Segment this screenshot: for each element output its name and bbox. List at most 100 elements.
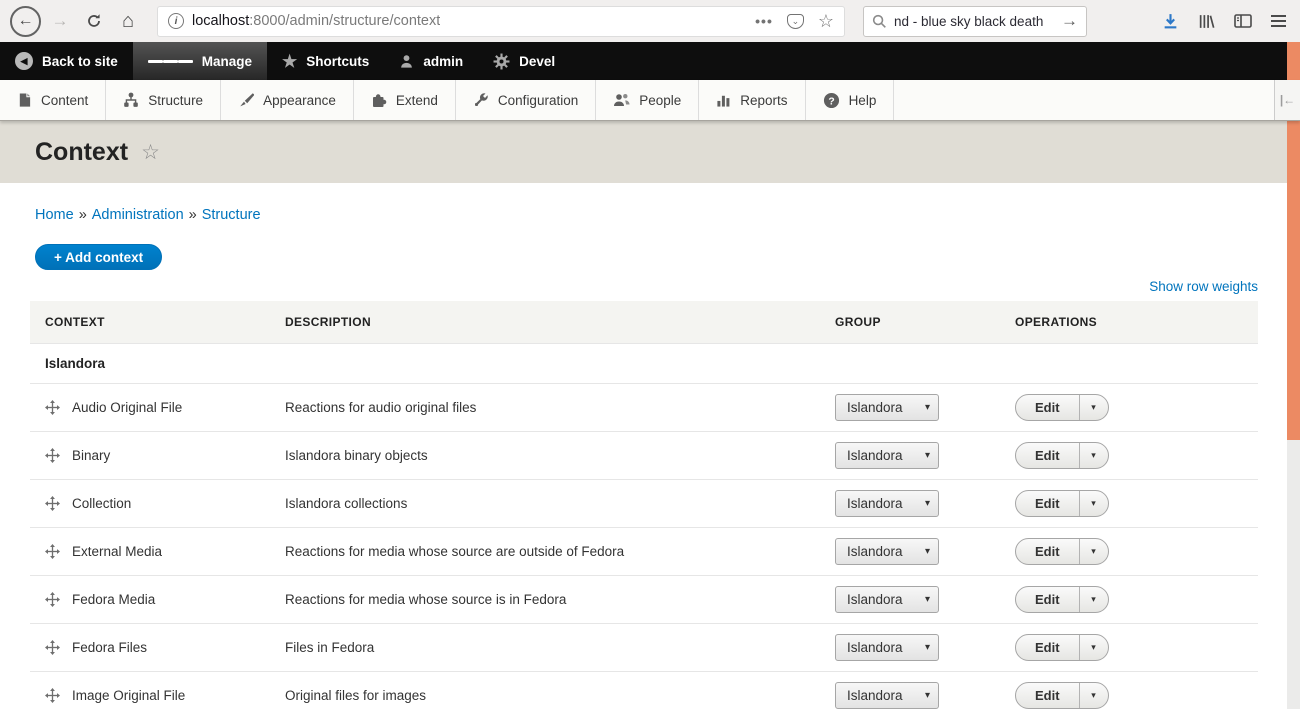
menu-label: Help [849,93,877,108]
library-icon[interactable] [1198,13,1215,30]
menu-item-people[interactable]: People [596,80,699,120]
svg-text:?: ? [828,96,834,107]
drag-handle-icon[interactable] [45,592,60,607]
drag-handle-icon[interactable] [45,640,60,655]
operations-split-button: Edit▾ [1015,682,1109,709]
edit-button[interactable]: Edit [1016,491,1079,516]
user-tab[interactable]: admin [384,42,478,80]
group-select-value: Islandora [847,688,903,703]
url-host: localhost [192,13,249,29]
chevron-down-icon: ▾ [925,402,930,413]
breadcrumb-separator: » [184,207,202,223]
context-description: Reactions for media whose source are out… [270,528,820,576]
browser-back-button[interactable]: ← [10,6,41,37]
edit-button[interactable]: Edit [1016,539,1079,564]
url-text[interactable]: localhost:8000/admin/structure/context [192,13,440,29]
menu-item-content[interactable]: Content [0,80,106,120]
col-header-description: DESCRIPTION [270,301,820,344]
show-row-weights-link[interactable]: Show row weights [1149,279,1258,294]
browser-home-button[interactable]: ⌂ [113,6,143,36]
menu-item-configuration[interactable]: Configuration [456,80,596,120]
browser-refresh-button[interactable] [79,6,109,36]
paintbrush-icon [238,92,254,108]
operations-dropdown-toggle[interactable]: ▾ [1079,587,1108,612]
group-select[interactable]: Islandora ▾ [835,394,939,421]
bookmark-star-icon[interactable]: ☆ [818,11,834,32]
url-bar[interactable]: i localhost:8000/admin/structure/context… [157,6,845,37]
table-row: Binary Islandora binary objects Islandor… [30,432,1258,480]
browser-search-bar[interactable]: nd - blue sky black death → [863,6,1087,37]
add-context-button[interactable]: + Add context [35,244,162,270]
shortcuts-tab[interactable]: ★ Shortcuts [267,42,384,80]
drag-handle-icon[interactable] [45,448,60,463]
page-actions-icon[interactable]: ••• [755,13,773,29]
group-select[interactable]: Islandora▾ [835,538,939,565]
page-title: Context [35,138,128,167]
group-select-value: Islandora [847,400,903,415]
admin-menu-bar: Content Structure Appearance Extend Conf… [0,80,1300,121]
group-select[interactable]: Islandora▾ [835,682,939,709]
operations-split-button: Edit▾ [1015,586,1109,613]
site-info-icon[interactable]: i [168,13,184,29]
operations-dropdown-toggle[interactable]: ▾ [1079,443,1108,468]
operations-dropdown-toggle[interactable]: ▾ [1079,539,1108,564]
help-icon: ? [823,92,840,109]
devel-tab[interactable]: Devel [478,42,570,80]
context-description: Islandora collections [270,480,820,528]
user-icon [399,54,414,69]
chevron-down-icon: ▾ [925,450,930,461]
operations-split-button: Edit▾ [1015,634,1109,661]
edit-button[interactable]: Edit [1016,443,1079,468]
drag-handle-icon[interactable] [45,688,60,703]
edit-button[interactable]: Edit [1016,587,1079,612]
menu-item-appearance[interactable]: Appearance [221,80,354,120]
table-row: Fedora Files Files in Fedora Islandora▾ … [30,624,1258,672]
favorite-star-icon[interactable]: ☆ [141,140,160,165]
group-select[interactable]: Islandora▾ [835,490,939,517]
drag-handle-icon[interactable] [45,400,60,415]
operations-dropdown-toggle[interactable]: ▾ [1079,395,1108,420]
edit-button[interactable]: Edit [1016,395,1079,420]
browser-forward-button[interactable]: → [45,6,75,36]
breadcrumb-home[interactable]: Home [35,207,74,223]
edit-button[interactable]: Edit [1016,635,1079,660]
operations-split-button: Edit▾ [1015,490,1109,517]
user-label: admin [423,54,463,69]
search-input-value[interactable]: nd - blue sky black death [894,14,1054,29]
barchart-icon [716,92,731,108]
downloads-icon[interactable] [1162,13,1179,30]
menu-item-help[interactable]: ? Help [806,80,895,120]
operations-dropdown-toggle[interactable]: ▾ [1079,635,1108,660]
operations-split-button: Edit▾ [1015,538,1109,565]
col-header-group: GROUP [820,301,1000,344]
refresh-icon [86,13,102,29]
document-icon [17,92,32,108]
page-scrollbar[interactable] [1287,42,1300,709]
edit-button[interactable]: Edit [1016,683,1079,708]
search-submit-icon[interactable]: → [1061,11,1078,31]
breadcrumb-structure[interactable]: Structure [202,207,261,223]
breadcrumb-administration[interactable]: Administration [92,207,184,223]
pocket-icon[interactable]: ⌄ [787,14,804,29]
drag-handle-icon[interactable] [45,544,60,559]
group-select[interactable]: Islandora▾ [835,634,939,661]
browser-menu-icon[interactable] [1271,13,1286,30]
menu-item-reports[interactable]: Reports [699,80,805,120]
shortcuts-label: Shortcuts [306,54,369,69]
context-name: External Media [72,544,162,559]
back-to-site-button[interactable]: ◀ Back to site [0,42,133,80]
manage-tab[interactable]: Manage [133,42,267,80]
table-row: External Media Reactions for media whose… [30,528,1258,576]
toolbar-collapse-button[interactable]: |← [1274,80,1300,120]
menu-item-extend[interactable]: Extend [354,80,456,120]
menu-label: Extend [396,93,438,108]
table-row: Image Original File Original files for i… [30,672,1258,709]
operations-dropdown-toggle[interactable]: ▾ [1079,683,1108,708]
context-name: Fedora Files [72,640,147,655]
group-select[interactable]: Islandora▾ [835,442,939,469]
sidebar-icon[interactable] [1234,13,1252,29]
operations-dropdown-toggle[interactable]: ▾ [1079,491,1108,516]
drag-handle-icon[interactable] [45,496,60,511]
group-select[interactable]: Islandora▾ [835,586,939,613]
menu-item-structure[interactable]: Structure [106,80,221,120]
